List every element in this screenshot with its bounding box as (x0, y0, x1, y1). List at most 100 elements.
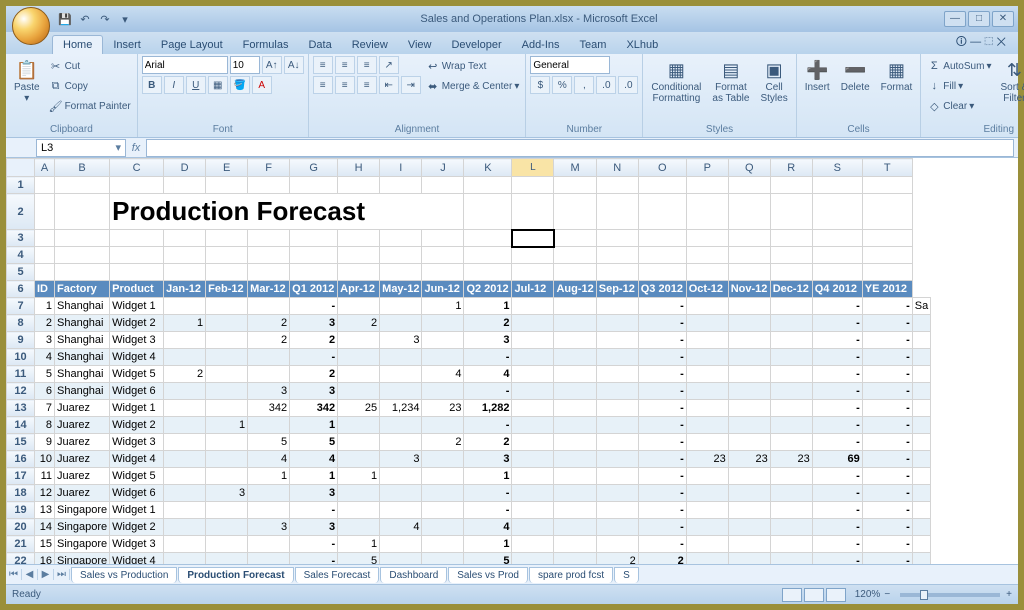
data-cell[interactable]: - (638, 315, 686, 332)
data-cell[interactable]: - (862, 400, 912, 417)
data-cell[interactable]: 23 (422, 400, 464, 417)
data-cell[interactable]: 2 (464, 434, 512, 451)
data-cell[interactable] (686, 434, 728, 451)
row-header-4[interactable]: 4 (7, 247, 35, 264)
data-cell[interactable]: - (638, 417, 686, 434)
data-cell[interactable]: - (464, 417, 512, 434)
data-cell[interactable] (686, 417, 728, 434)
data-cell[interactable] (248, 417, 290, 434)
data-cell[interactable]: 2 (164, 366, 206, 383)
data-cell[interactable] (206, 519, 248, 536)
data-cell[interactable] (380, 298, 422, 315)
data-cell[interactable]: - (290, 553, 338, 565)
data-cell[interactable] (164, 400, 206, 417)
col-header-P[interactable]: P (686, 159, 728, 177)
increase-decimal-button[interactable]: .0 (596, 76, 616, 94)
data-cell[interactable] (512, 332, 554, 349)
data-cell[interactable] (380, 349, 422, 366)
copy-button[interactable]: ⧉Copy (47, 76, 133, 96)
data-cell[interactable] (338, 332, 380, 349)
col-header-J[interactable]: J (422, 159, 464, 177)
data-cell[interactable]: 2 (638, 553, 686, 565)
data-cell[interactable] (512, 434, 554, 451)
sheet-nav-first[interactable]: ⏮ (6, 569, 22, 580)
bold-button[interactable]: B (142, 76, 162, 94)
row-header-14[interactable]: 14 (7, 417, 35, 434)
data-cell[interactable] (912, 400, 930, 417)
sheet-tab[interactable]: spare prod fcst (529, 567, 613, 583)
data-cell[interactable] (422, 519, 464, 536)
data-cell[interactable]: - (812, 383, 862, 400)
merge-center-button[interactable]: ⬌Merge & Center ▾ (424, 76, 522, 96)
sheet-nav-last[interactable]: ⏭ (54, 569, 70, 580)
data-cell[interactable] (770, 519, 812, 536)
fill-color-button[interactable]: 🪣 (230, 76, 250, 94)
data-cell[interactable] (422, 417, 464, 434)
header-cell[interactable]: Dec-12 (770, 281, 812, 298)
data-cell[interactable] (728, 519, 770, 536)
data-cell[interactable] (912, 434, 930, 451)
data-cell[interactable]: - (812, 400, 862, 417)
data-cell[interactable]: - (862, 553, 912, 565)
row-header-19[interactable]: 19 (7, 502, 35, 519)
data-cell[interactable] (206, 553, 248, 565)
data-cell[interactable] (422, 451, 464, 468)
data-cell[interactable] (686, 349, 728, 366)
data-cell[interactable]: - (638, 502, 686, 519)
data-cell[interactable] (206, 298, 248, 315)
data-cell[interactable] (512, 485, 554, 502)
tab-view[interactable]: View (398, 36, 442, 54)
data-cell[interactable]: - (464, 349, 512, 366)
cell-factory[interactable]: Shanghai (55, 332, 110, 349)
data-cell[interactable] (248, 485, 290, 502)
col-header-G[interactable]: G (290, 159, 338, 177)
row-header-18[interactable]: 18 (7, 485, 35, 502)
name-box[interactable]: L3 ▾ (36, 139, 126, 157)
minimize-button[interactable]: ― (944, 11, 966, 27)
data-cell[interactable] (770, 383, 812, 400)
data-cell[interactable] (512, 298, 554, 315)
data-cell[interactable]: 5 (464, 553, 512, 565)
data-cell[interactable]: - (812, 434, 862, 451)
data-cell[interactable] (686, 366, 728, 383)
data-cell[interactable]: 1 (464, 468, 512, 485)
number-format-select[interactable] (530, 56, 610, 74)
cell-factory[interactable]: Juarez (55, 468, 110, 485)
data-cell[interactable] (554, 519, 596, 536)
data-cell[interactable] (912, 536, 930, 553)
cell-id[interactable]: 2 (35, 315, 55, 332)
tab-page-layout[interactable]: Page Layout (151, 36, 233, 54)
data-cell[interactable] (164, 451, 206, 468)
cell-product[interactable]: Widget 4 (110, 349, 164, 366)
data-cell[interactable]: - (862, 383, 912, 400)
cell-factory[interactable]: Juarez (55, 434, 110, 451)
zoom-slider[interactable] (900, 593, 1000, 597)
cell-id[interactable]: 14 (35, 519, 55, 536)
cell-product[interactable]: Widget 2 (110, 417, 164, 434)
data-cell[interactable] (164, 502, 206, 519)
data-cell[interactable] (248, 298, 290, 315)
cell-id[interactable]: 9 (35, 434, 55, 451)
data-cell[interactable]: 3 (380, 451, 422, 468)
data-cell[interactable]: 1,282 (464, 400, 512, 417)
cell-product[interactable]: Widget 5 (110, 366, 164, 383)
data-cell[interactable] (554, 383, 596, 400)
worksheet-grid[interactable]: ABCDEFGHIJKLMNOPQRST12Production Forecas… (6, 158, 1018, 564)
data-cell[interactable] (912, 553, 930, 565)
data-cell[interactable]: - (290, 502, 338, 519)
row-header-6[interactable]: 6 (7, 281, 35, 298)
row-header-15[interactable]: 15 (7, 434, 35, 451)
data-cell[interactable] (338, 366, 380, 383)
data-cell[interactable]: - (638, 366, 686, 383)
tab-insert[interactable]: Insert (103, 36, 151, 54)
align-left-button[interactable]: ≡ (313, 76, 333, 94)
data-cell[interactable] (728, 349, 770, 366)
col-header-F[interactable]: F (248, 159, 290, 177)
data-cell[interactable]: - (812, 502, 862, 519)
data-cell[interactable] (338, 485, 380, 502)
align-right-button[interactable]: ≡ (357, 76, 377, 94)
data-cell[interactable]: 1,234 (380, 400, 422, 417)
data-cell[interactable] (912, 315, 930, 332)
data-cell[interactable] (686, 553, 728, 565)
row-header-11[interactable]: 11 (7, 366, 35, 383)
